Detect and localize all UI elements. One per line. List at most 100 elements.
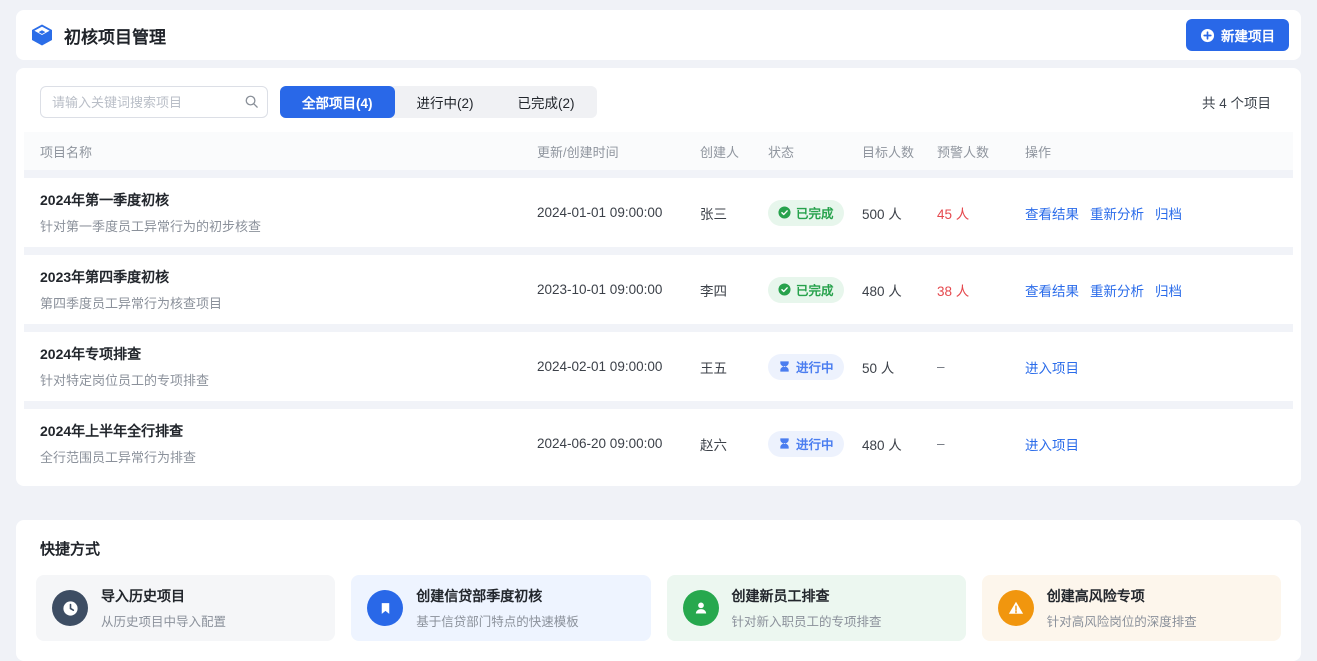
toolbar: 全部项目(4)进行中(2)已完成(2) 共 4 个项目 xyxy=(24,76,1293,132)
project-name-cell: 2024年专项排查 针对特定岗位员工的专项排查 xyxy=(40,344,537,389)
plus-circle-icon xyxy=(1200,28,1215,43)
row-action-link[interactable]: 进入项目 xyxy=(1025,434,1079,454)
clock-icon xyxy=(52,590,88,626)
row-action-link[interactable]: 归档 xyxy=(1155,280,1182,300)
search-icon[interactable] xyxy=(244,94,259,109)
project-description: 全行范围员工异常行为排查 xyxy=(40,447,537,466)
status-label: 已完成 xyxy=(796,203,834,222)
row-action-link[interactable]: 查看结果 xyxy=(1025,280,1079,300)
project-name: 2023年第四季度初核 xyxy=(40,267,537,287)
shortcut-card-item[interactable]: 创建信贷部季度初核 基于信贷部门特点的快速模板 xyxy=(351,575,650,641)
shortcut-description: 针对新入职员工的专项排查 xyxy=(732,611,882,630)
row-action-link[interactable]: 进入项目 xyxy=(1025,357,1079,377)
col-warning: 预警人数 xyxy=(937,142,1025,161)
tab-0[interactable]: 全部项目(4) xyxy=(280,86,395,118)
col-creator: 创建人 xyxy=(700,142,768,161)
shortcuts-section: 快捷方式 导入历史项目 从历史项目中导入配置 创建信贷部季度初核 基于信贷部门特… xyxy=(16,520,1301,661)
page-title: 初核项目管理 xyxy=(64,23,166,48)
page-header: 初核项目管理 新建项目 xyxy=(16,10,1301,60)
shortcut-description: 从历史项目中导入配置 xyxy=(101,611,226,630)
col-name: 项目名称 xyxy=(40,142,537,161)
tab-1[interactable]: 进行中(2) xyxy=(395,86,496,118)
cube-icon xyxy=(30,23,54,47)
project-creator: 张三 xyxy=(700,203,768,223)
col-actions: 操作 xyxy=(1025,142,1277,161)
project-description: 针对特定岗位员工的专项排查 xyxy=(40,370,537,389)
tab-2[interactable]: 已完成(2) xyxy=(496,86,597,118)
status-badge: 已完成 xyxy=(768,277,844,303)
project-table: 项目名称 更新/创建时间 创建人 状态 目标人数 预警人数 操作 2024年第一… xyxy=(24,132,1293,478)
shortcut-title: 创建高风险专项 xyxy=(1047,586,1197,606)
row-actions: 进入项目 xyxy=(1025,434,1277,454)
project-creator: 李四 xyxy=(700,280,768,300)
shortcuts-title: 快捷方式 xyxy=(36,538,1281,559)
target-count: 50 人 xyxy=(862,357,937,377)
project-name-cell: 2024年第一季度初核 针对第一季度员工异常行为的初步核查 xyxy=(40,190,537,235)
project-time: 2023-10-01 09:00:00 xyxy=(537,282,700,297)
shortcuts-grid: 导入历史项目 从历史项目中导入配置 创建信贷部季度初核 基于信贷部门特点的快速模… xyxy=(36,575,1281,641)
search-input[interactable] xyxy=(40,86,268,118)
total-count: 共 4 个项目 xyxy=(1202,92,1277,112)
shortcut-card-item[interactable]: 创建高风险专项 针对高风险岗位的深度排查 xyxy=(982,575,1281,641)
shortcut-description: 针对高风险岗位的深度排查 xyxy=(1047,611,1197,630)
target-count: 480 人 xyxy=(862,280,937,300)
bookmark-icon xyxy=(367,590,403,626)
status-cell: 已完成 xyxy=(768,200,862,226)
shortcut-title: 创建信贷部季度初核 xyxy=(416,586,579,606)
warning-count: 45 人 xyxy=(937,203,1025,223)
search-box xyxy=(40,86,268,118)
project-description: 针对第一季度员工异常行为的初步核查 xyxy=(40,216,537,235)
project-time: 2024-06-20 09:00:00 xyxy=(537,436,700,451)
row-action-link[interactable]: 重新分析 xyxy=(1090,280,1144,300)
table-row: 2024年第一季度初核 针对第一季度员工异常行为的初步核查 2024-01-01… xyxy=(24,178,1293,247)
col-status: 状态 xyxy=(768,142,862,161)
row-action-link[interactable]: 查看结果 xyxy=(1025,203,1079,223)
project-name: 2024年上半年全行排查 xyxy=(40,421,537,441)
shortcut-card-item[interactable]: 创建新员工排查 针对新入职员工的专项排查 xyxy=(667,575,966,641)
row-actions: 查看结果重新分析归档 xyxy=(1025,203,1277,223)
target-count: 480 人 xyxy=(862,434,937,454)
project-list-card: 全部项目(4)进行中(2)已完成(2) 共 4 个项目 项目名称 更新/创建时间… xyxy=(16,68,1301,486)
hourglass-icon xyxy=(778,437,791,450)
project-name: 2024年第一季度初核 xyxy=(40,190,537,210)
table-row: 2023年第四季度初核 第四季度员工异常行为核查项目 2023-10-01 09… xyxy=(24,255,1293,324)
table-header-row: 项目名称 更新/创建时间 创建人 状态 目标人数 预警人数 操作 xyxy=(24,132,1293,170)
project-creator: 赵六 xyxy=(700,434,768,454)
project-name: 2024年专项排查 xyxy=(40,344,537,364)
project-creator: 王五 xyxy=(700,357,768,377)
user-icon xyxy=(683,590,719,626)
status-cell: 已完成 xyxy=(768,277,862,303)
warning-count: – xyxy=(937,436,1025,451)
shortcut-title: 导入历史项目 xyxy=(101,586,226,606)
status-cell: 进行中 xyxy=(768,431,862,457)
status-label: 进行中 xyxy=(796,434,834,453)
row-actions: 进入项目 xyxy=(1025,357,1277,377)
target-count: 500 人 xyxy=(862,203,937,223)
status-badge: 进行中 xyxy=(768,354,844,380)
project-name-cell: 2023年第四季度初核 第四季度员工异常行为核查项目 xyxy=(40,267,537,312)
project-time: 2024-02-01 09:00:00 xyxy=(537,359,700,374)
status-cell: 进行中 xyxy=(768,354,862,380)
check-circle-icon xyxy=(778,283,791,296)
warning-count: 38 人 xyxy=(937,280,1025,300)
warning-icon xyxy=(998,590,1034,626)
table-row: 2024年专项排查 针对特定岗位员工的专项排查 2024-02-01 09:00… xyxy=(24,332,1293,401)
row-action-link[interactable]: 归档 xyxy=(1155,203,1182,223)
col-target: 目标人数 xyxy=(862,142,937,161)
check-circle-icon xyxy=(778,206,791,219)
shortcut-card-item[interactable]: 导入历史项目 从历史项目中导入配置 xyxy=(36,575,335,641)
project-name-cell: 2024年上半年全行排查 全行范围员工异常行为排查 xyxy=(40,421,537,466)
status-badge: 进行中 xyxy=(768,431,844,457)
table-row: 2024年上半年全行排查 全行范围员工异常行为排查 2024-06-20 09:… xyxy=(24,409,1293,478)
project-description: 第四季度员工异常行为核查项目 xyxy=(40,293,537,312)
new-project-label: 新建项目 xyxy=(1221,25,1275,45)
new-project-button[interactable]: 新建项目 xyxy=(1186,19,1289,51)
hourglass-icon xyxy=(778,360,791,373)
filter-tabs: 全部项目(4)进行中(2)已完成(2) xyxy=(280,86,597,118)
row-action-link[interactable]: 重新分析 xyxy=(1090,203,1144,223)
status-label: 进行中 xyxy=(796,357,834,376)
status-badge: 已完成 xyxy=(768,200,844,226)
shortcut-description: 基于信贷部门特点的快速模板 xyxy=(416,611,579,630)
status-label: 已完成 xyxy=(796,280,834,299)
shortcut-title: 创建新员工排查 xyxy=(732,586,882,606)
